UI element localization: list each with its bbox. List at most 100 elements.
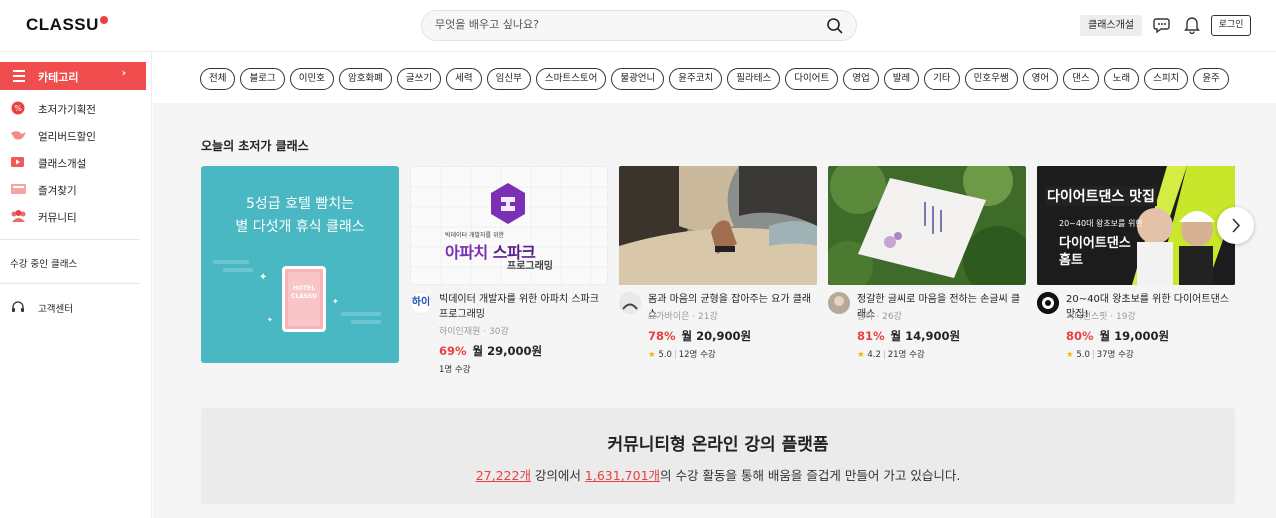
chat-icon[interactable] xyxy=(1153,15,1172,38)
header: CLASSU 클래스개설 로그인 xyxy=(0,0,1276,52)
category-chip[interactable]: 전체 xyxy=(200,68,236,90)
course-price: 78% 월 20,900원 xyxy=(648,329,752,343)
platform-banner: 커뮤니티형 온라인 강의 플랫폼 27,222개 강의에서 1,631,701개… xyxy=(201,408,1235,504)
category-chip[interactable]: 필라테스 xyxy=(727,68,781,90)
course-rating: ★ 5.0 | 12명 수강 xyxy=(648,350,716,360)
thumb-big-title: 홈트 xyxy=(1059,253,1083,268)
category-chip[interactable]: 기타 xyxy=(924,68,960,90)
section-title: 오늘의 초저가 클래스 xyxy=(201,139,309,153)
create-class-button[interactable]: 클래스개설 xyxy=(1080,15,1142,36)
category-chip[interactable]: 다이어트 xyxy=(785,68,839,90)
sidebar-item-class-open[interactable]: 클래스개설 xyxy=(0,152,152,174)
category-chip[interactable]: 세력 xyxy=(446,68,482,90)
category-chips: 전체 블로그 이민호 암호화폐 글쓰기 세력 임신부 스마트스토어 물광언니 윤주코치 필라테스 다이… xyxy=(200,68,1234,90)
course-thumbnail: 빅데이터 개발자를 위한 아파치 스파크 프로그래밍 xyxy=(410,166,608,285)
svg-text:%: % xyxy=(14,104,22,113)
sidebar: 카테고리 › % 초저가기획전 얼리버드할인 클래스개설 즐겨찾기 커뮤니티 수… xyxy=(0,52,152,518)
course-card[interactable]: 빅데이터 개발자를 위한 아파치 스파크 프로그래밍 하이 빅데이터 개발자를 … xyxy=(410,166,608,375)
menu-icon xyxy=(13,70,25,82)
sidebar-divider xyxy=(0,239,140,240)
category-chip[interactable]: 발레 xyxy=(883,68,920,90)
category-chip[interactable]: 스마트스토어 xyxy=(535,68,607,90)
category-chip[interactable]: 이민호 xyxy=(289,68,334,90)
course-thumbnail xyxy=(619,166,817,285)
sidebar-item-bookmark[interactable]: 즐겨찾기 xyxy=(0,179,152,201)
classu-logo[interactable]: CLASSU xyxy=(26,15,108,35)
sidebar-item-community[interactable]: 커뮤니티 xyxy=(0,206,152,228)
course-card[interactable]: 몸과 마음의 균형을 잡아주는 요가 클래스 요가바이은 · 21강 78% 월 … xyxy=(619,166,817,360)
avatar xyxy=(828,292,850,314)
category-chip[interactable]: 민호우쌤 xyxy=(964,68,1018,90)
category-chip[interactable]: 물광언니 xyxy=(611,68,665,90)
sidebar-item-label: 즐겨찾기 xyxy=(38,185,77,197)
promo-line1: 5성급 호텔 빰치는 xyxy=(246,196,354,212)
category-chip[interactable]: 암호화폐 xyxy=(338,68,392,90)
course-meta: 요가바이은 · 21강 xyxy=(648,312,718,322)
sidebar-item-label: 클래스개설 xyxy=(38,158,87,170)
course-price: 80% 월 19,000원 xyxy=(1066,329,1170,343)
sparkle-icon: ✦ xyxy=(332,297,339,306)
avatar xyxy=(1037,292,1059,314)
category-chip[interactable]: 노래 xyxy=(1103,68,1140,90)
course-card[interactable]: 정갈한 글씨로 마음을 전하는 손글씨 클래스 송하 · 26강 81% 월 14… xyxy=(828,166,1026,360)
logo-dot xyxy=(99,16,108,24)
customer-center-link[interactable]: 고객센터 xyxy=(0,297,152,319)
promo-stripe xyxy=(213,260,249,264)
thumb-title: 다이어트댄스 맛집 xyxy=(1045,186,1157,206)
promo-line2: 별 다섯개 휴식 클래스 xyxy=(235,219,365,235)
community-icon xyxy=(10,209,27,223)
star-icon: ★ xyxy=(1066,350,1074,360)
search-input[interactable] xyxy=(435,18,815,31)
sale-badge-icon: % xyxy=(10,101,27,115)
customer-center-label: 고객센터 xyxy=(38,304,73,315)
sidebar-item-label: 초저가기획전 xyxy=(38,104,96,116)
banner-stats: 27,222개 강의에서 1,631,701개의 수강 활동을 통해 배움을 즐… xyxy=(475,468,961,483)
login-button[interactable]: 로그인 xyxy=(1211,15,1251,36)
headset-icon xyxy=(11,300,28,314)
class-count: 27,222개 xyxy=(475,468,531,483)
category-label: 카테고리 xyxy=(38,71,79,84)
promo-banner[interactable]: 5성급 호텔 빰치는 별 다섯개 휴식 클래스 ✦ ✦ ✦ HOTEL CLAS… xyxy=(201,166,399,363)
course-students: 1명 수강 xyxy=(439,365,471,375)
promo-stripe xyxy=(341,312,381,316)
course-rating: ★ 5.0 | 37명 수강 xyxy=(1066,350,1134,360)
search-bar[interactable] xyxy=(421,10,857,41)
activity-count: 1,631,701개 xyxy=(584,468,661,483)
category-chip[interactable]: 윤주코치 xyxy=(669,68,723,90)
course-thumbnail: 다이어트댄스 맛집 20~40대 왕초보를 위한 다이어트댄스 홈트 xyxy=(1037,166,1235,285)
bird-icon xyxy=(10,128,27,142)
star-icon: ★ xyxy=(648,350,656,360)
carousel-next-button[interactable] xyxy=(1217,207,1254,244)
sidebar-item-early-bird[interactable]: 얼리버드할인 xyxy=(0,125,152,147)
promo-stripe xyxy=(351,320,381,324)
in-progress-classes-link[interactable]: 수강 중인 클래스 xyxy=(10,256,77,270)
course-price: 81% 월 14,900원 xyxy=(857,329,961,343)
promo-stripe xyxy=(223,268,253,272)
category-chip[interactable]: 윤주 xyxy=(1193,68,1229,90)
search-icon[interactable] xyxy=(826,17,844,39)
class-open-icon xyxy=(10,155,27,169)
course-rating: ★ 4.2 | 21명 수강 xyxy=(857,350,925,360)
thumb-subtitle: 프로그래밍 xyxy=(507,261,553,272)
course-price: 69% 월 29,000원 xyxy=(439,344,543,358)
star-icon: ★ xyxy=(857,350,865,360)
sidebar-divider xyxy=(0,283,140,284)
sidebar-item-label: 커뮤니티 xyxy=(38,212,77,224)
bell-icon[interactable] xyxy=(1183,15,1201,38)
thumb-caption: 빅데이터 개발자를 위한 xyxy=(445,232,505,239)
sparkle-icon: ✦ xyxy=(267,316,273,324)
avatar: 하이 xyxy=(410,292,432,314)
category-chip[interactable]: 영업 xyxy=(843,68,879,90)
category-chip[interactable]: 글쓰기 xyxy=(396,68,442,90)
chevron-right-icon xyxy=(1232,218,1241,233)
category-chip[interactable]: 댄스 xyxy=(1063,68,1099,90)
category-chip[interactable]: 영어 xyxy=(1022,68,1059,90)
category-chip[interactable]: 임신부 xyxy=(486,68,531,90)
course-card[interactable]: 다이어트댄스 맛집 20~40대 왕초보를 위한 다이어트댄스 홈트 20~40… xyxy=(1037,166,1235,360)
category-button[interactable]: 카테고리 › xyxy=(0,62,146,90)
category-chip[interactable]: 스피치 xyxy=(1144,68,1189,90)
banner-heading: 커뮤니티형 온라인 강의 플랫폼 xyxy=(607,435,829,455)
sidebar-item-super-sale[interactable]: % 초저가기획전 xyxy=(0,98,152,120)
hotel-card-image: HOTEL CLASSU xyxy=(282,266,326,332)
category-chip[interactable]: 블로그 xyxy=(240,68,285,90)
